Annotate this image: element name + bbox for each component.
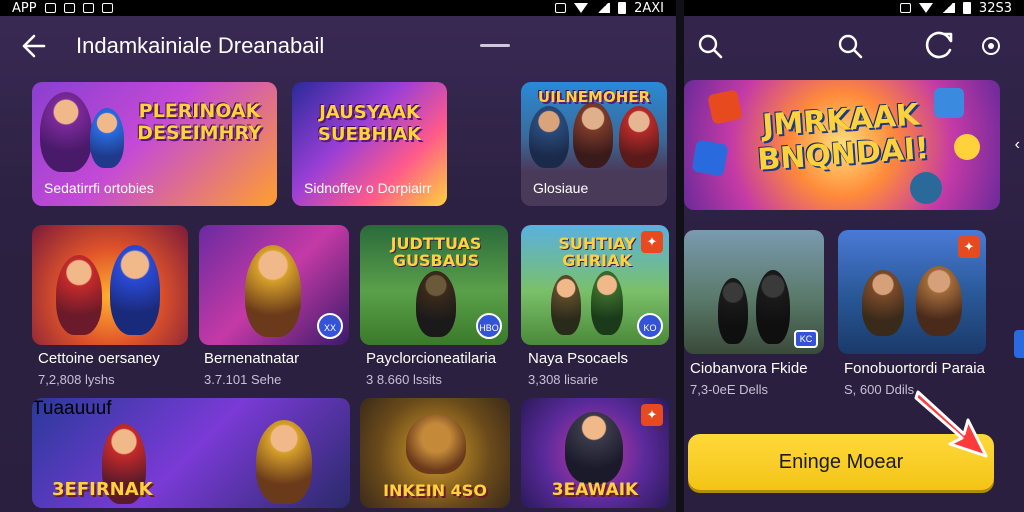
game-tile[interactable]: SUHTIAY GHRIAK ✦ KO <box>521 225 669 345</box>
game-art-title: Tuaauuuf <box>32 398 112 419</box>
character-figure <box>256 420 312 504</box>
game-badge: ✦ <box>641 231 663 253</box>
banner-caption: Sedatirrfi ortobies <box>44 180 154 196</box>
game-badge: HBO <box>476 313 502 339</box>
character-figure <box>619 106 659 168</box>
character-figure <box>110 245 160 335</box>
game-tile[interactable]: KC <box>684 230 824 354</box>
featured-banner[interactable]: UILNEMOHER Glosiaue <box>521 82 667 206</box>
character-figure <box>551 275 581 335</box>
banner-caption: Sidnoffev o Dorpiairr <box>304 180 432 196</box>
game-name[interactable]: Ciobanvora Fkide <box>690 360 808 377</box>
game-meta: S, 600 Ddils <box>844 382 915 397</box>
status-time: 32S3 <box>978 0 1012 16</box>
wifi-icon <box>574 3 589 13</box>
game-tile[interactable]: JUDTTUAS GUSBAUS HBO <box>360 225 508 345</box>
character-figure <box>529 106 569 168</box>
character-figure <box>756 270 790 344</box>
game-tile[interactable]: INKEIN 4SO <box>360 398 510 508</box>
notification-icon <box>101 3 113 13</box>
alarm-icon <box>555 3 567 13</box>
game-name[interactable]: Cettoine oersaney <box>38 350 160 367</box>
game-badge: ✦ <box>641 404 663 426</box>
game-tile[interactable]: ✦ 3EAWAIK <box>521 398 669 508</box>
game-badge: ✦ <box>958 236 980 258</box>
carousel-indicator <box>480 44 510 47</box>
status-bar: 32S3 <box>684 0 1024 16</box>
game-meta: 3,308 lisarie <box>528 372 599 387</box>
game-tile[interactable]: ✦ <box>838 230 986 354</box>
status-bar: APP 2AXI <box>0 0 676 16</box>
game-name[interactable]: Naya Psocaels <box>528 350 628 367</box>
carousel-next-peek <box>1014 330 1024 358</box>
coin-icon <box>910 172 942 204</box>
status-time: 2AXI <box>634 0 664 16</box>
page-title: Indamkainiale Dreanabail <box>76 33 325 58</box>
character-figure <box>916 266 962 336</box>
game-badge: KO <box>637 313 663 339</box>
featured-banner[interactable]: JAUSYAAK SUEBHIAK Sidnoffev o Dorpiairr <box>292 82 447 206</box>
character-figure <box>573 102 613 168</box>
character-figure <box>416 271 456 337</box>
game-tile[interactable]: XX <box>199 225 349 345</box>
character-figure <box>718 278 748 344</box>
banner-art-title: JAUSYAAK SUEBHIAK <box>317 102 422 145</box>
screen-divider <box>676 0 684 512</box>
notification-icon <box>82 3 94 13</box>
settings-icon[interactable] <box>980 35 1002 57</box>
banner-caption: Glosiaue <box>533 180 589 196</box>
game-tile[interactable]: Tuaauuuf 3EFIRNAK <box>32 398 350 508</box>
game-meta: 3 8.660 lssits <box>366 372 442 387</box>
game-art-title: JUDTTUAS GUSBAUS <box>390 234 482 270</box>
left-phone-screen: APP 2AXI Indamkainiale Dreanabail PLERIN… <box>0 0 676 512</box>
back-arrow-icon[interactable] <box>18 32 46 60</box>
game-art-title: 3EFIRNAK <box>52 479 153 500</box>
game-tile[interactable] <box>32 225 188 345</box>
banner-art-title: JMRKAAK BNQNDAI! <box>756 97 930 178</box>
character-figure <box>591 271 623 335</box>
notification-icon <box>63 3 75 13</box>
banner-art-title: UILNEMOHER <box>537 88 651 106</box>
game-badge: KC <box>794 330 818 348</box>
search-icon[interactable] <box>696 32 724 60</box>
pointer-arrow-icon <box>914 390 988 458</box>
character-figure <box>90 108 124 168</box>
game-meta: 7,3-0eE Dells <box>690 382 769 397</box>
character-figure <box>245 245 301 337</box>
signal-icon <box>940 3 955 13</box>
chevron-left-icon[interactable]: ‹ <box>1015 136 1020 154</box>
game-badge: XX <box>317 313 343 339</box>
character-figure <box>565 412 623 484</box>
wifi-icon <box>918 3 933 13</box>
refresh-icon[interactable] <box>922 28 956 62</box>
game-name[interactable]: Payclorcioneatilaria <box>366 350 496 367</box>
app-bar: Indamkainiale Dreanabail <box>0 20 676 70</box>
signal-icon <box>596 3 611 13</box>
status-app-label: APP <box>12 0 37 16</box>
game-meta: 7,2,808 lyshs <box>38 372 115 387</box>
alarm-icon <box>899 3 911 13</box>
right-phone-screen: 32S3 JMRKAAK BNQNDAI! ‹ KC ✦ Ciobanvora … <box>684 0 1024 512</box>
game-name[interactable]: Fonobuortordi Paraia <box>844 360 985 377</box>
game-art-title: 3EAWAIK <box>551 480 639 500</box>
dice-icon <box>691 139 729 177</box>
game-meta: 3.7.101 Sehe <box>204 372 282 387</box>
character-figure <box>862 270 904 336</box>
battery-icon <box>618 2 627 14</box>
featured-banner[interactable]: JMRKAAK BNQNDAI! <box>684 80 1000 210</box>
banner-art-title: PLERINOAK DESEIMHRY <box>137 100 262 144</box>
character-figure <box>406 414 466 474</box>
character-figure <box>56 255 102 335</box>
search-icon[interactable] <box>836 32 864 60</box>
character-figure <box>40 92 92 172</box>
featured-banner[interactable]: PLERINOAK DESEIMHRY Sedatirrfi ortobies <box>32 82 277 206</box>
battery-icon <box>962 2 971 14</box>
notification-icon <box>44 3 56 13</box>
game-art-title: INKEIN 4SO <box>383 481 487 500</box>
game-name[interactable]: Bernenatnatar <box>204 350 299 367</box>
